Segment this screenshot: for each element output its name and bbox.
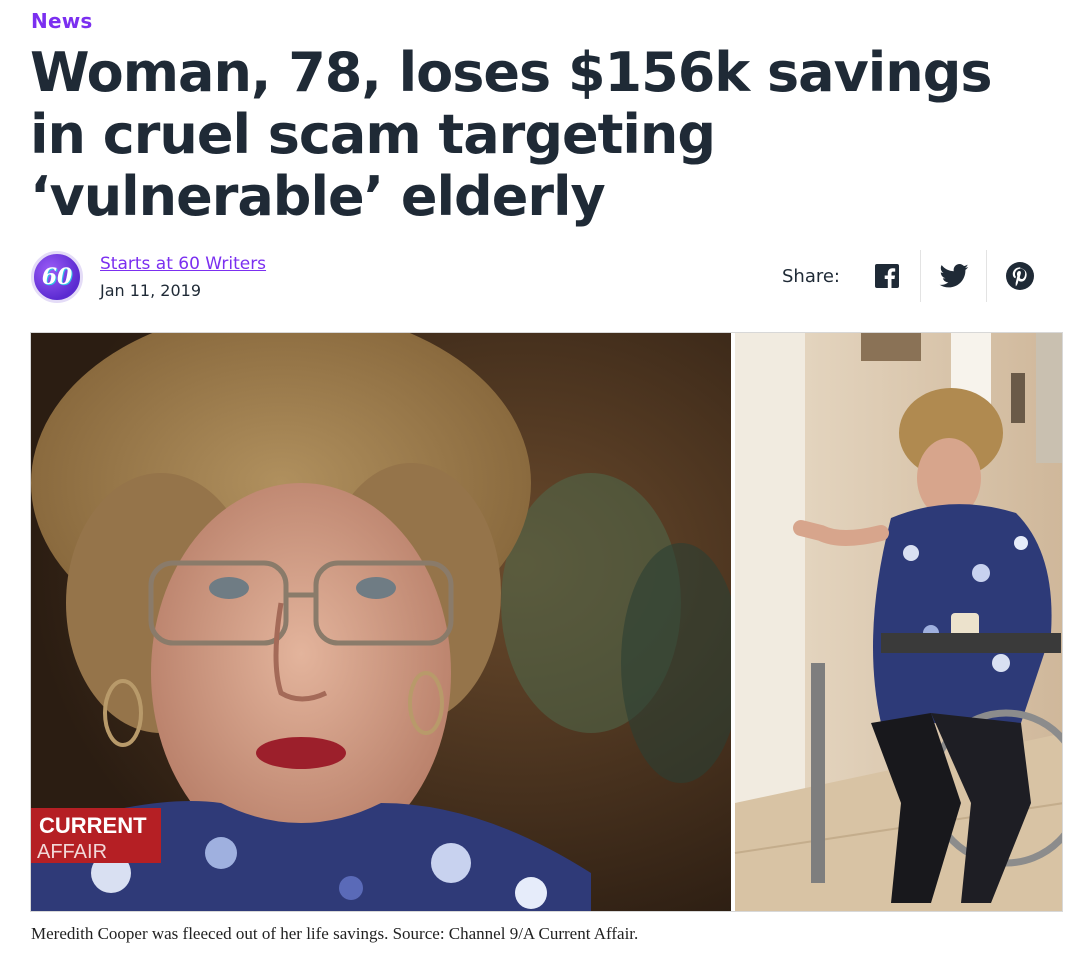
article-photo: CURRENT AFFAIR xyxy=(31,333,1062,911)
byline: 60 Starts at 60 Writers Jan 11, 2019 xyxy=(31,249,266,305)
byline-meta: Starts at 60 Writers Jan 11, 2019 xyxy=(100,254,266,300)
share-bar: Share: xyxy=(782,250,1052,302)
article-headline: Woman, 78, loses $156k savings in cruel … xyxy=(30,41,993,228)
image-caption: Meredith Cooper was fleeced out of her l… xyxy=(31,924,639,943)
twitter-icon xyxy=(939,264,968,288)
article-image[interactable]: CURRENT AFFAIR xyxy=(30,332,1063,912)
share-label: Share: xyxy=(781,265,840,287)
share-pinterest-button[interactable] xyxy=(986,250,1052,302)
category-label[interactable]: News xyxy=(31,9,92,33)
tv-watermark-line2: AFFAIR xyxy=(37,841,107,863)
share-facebook-button[interactable] xyxy=(854,250,920,302)
facebook-icon xyxy=(875,264,899,288)
avatar-logo-text: 60 xyxy=(41,264,73,290)
tv-watermark-line1: CURRENT xyxy=(39,813,147,838)
author-avatar[interactable]: 60 xyxy=(31,251,83,303)
author-link[interactable]: Starts at 60 Writers xyxy=(100,254,266,274)
publish-date: Jan 11, 2019 xyxy=(100,281,201,300)
pinterest-icon xyxy=(1005,262,1034,290)
share-twitter-button[interactable] xyxy=(920,250,986,302)
